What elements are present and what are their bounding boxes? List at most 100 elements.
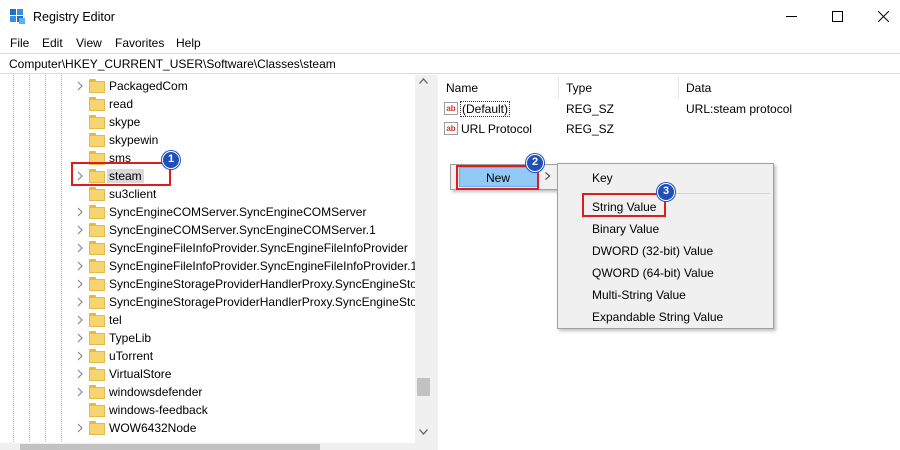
scroll-down-arrow-icon[interactable] (419, 429, 428, 435)
chevron-right-icon[interactable] (75, 386, 85, 398)
submenu-item-dword-value[interactable]: DWORD (32-bit) Value (592, 244, 713, 258)
folder-icon (89, 277, 105, 291)
tree-node[interactable]: su3client (72, 185, 417, 203)
folder-icon (89, 421, 105, 435)
tree-horizontal-scroll-thumb[interactable] (20, 444, 320, 450)
tree-node[interactable]: SyncEngineCOMServer.SyncEngineCOMServer (72, 203, 417, 221)
address-bar[interactable]: Computer\HKEY_CURRENT_USER\Software\Clas… (0, 53, 900, 74)
tree-scroll-thumb[interactable] (417, 378, 430, 396)
folder-icon (89, 205, 105, 219)
tree-node-label: WOW6432Node (109, 421, 197, 435)
window-title: Registry Editor (33, 10, 115, 24)
submenu-arrow-icon (545, 172, 550, 180)
string-value-icon: ab (444, 122, 458, 135)
tree-node-label: TypeLib (109, 331, 152, 345)
tree-node[interactable]: windows-feedback (72, 401, 417, 419)
folder-icon (89, 223, 105, 237)
chevron-right-icon[interactable] (75, 278, 85, 290)
minimize-button[interactable] (768, 0, 814, 33)
key-tree-pane[interactable]: PackagedCom read skype skypewin sms steam su3c… (0, 75, 432, 450)
tree-vertical-scrollbar[interactable] (415, 75, 432, 443)
chevron-right-icon[interactable] (75, 350, 85, 362)
value-type: REG_SZ (566, 102, 615, 116)
tree-node[interactable]: SyncEngineStorageProviderHandlerProxy.Sy… (72, 275, 428, 293)
submenu-item-key[interactable]: Key (592, 171, 613, 185)
maximize-button[interactable] (814, 0, 860, 33)
tree-node-label: read (109, 97, 134, 111)
tree-node-label: su3client (109, 187, 157, 201)
tree-guide-line (29, 75, 30, 450)
chevron-right-icon[interactable] (75, 422, 85, 434)
folder-icon (89, 79, 105, 93)
tree-node-label: SyncEngineCOMServer.SyncEngineCOMServer (109, 205, 367, 219)
folder-icon (89, 241, 105, 255)
value-data: URL:steam protocol (686, 102, 793, 116)
tree-node[interactable]: windowsdefender (72, 383, 417, 401)
chevron-right-icon[interactable] (75, 314, 85, 326)
folder-icon (89, 115, 105, 129)
tree-node[interactable]: tel (72, 311, 417, 329)
tree-node[interactable]: SyncEngineFileInfoProvider.SyncEngineFil… (72, 257, 417, 275)
tree-node[interactable]: SyncEngineFileInfoProvider.SyncEngineFil… (72, 239, 417, 257)
tree-node[interactable]: TypeLib (72, 329, 417, 347)
submenu-item-binary-value[interactable]: Binary Value (592, 222, 659, 236)
column-header-type[interactable]: Type (566, 81, 592, 95)
menu-help[interactable]: Help (176, 36, 201, 50)
chevron-right-icon[interactable] (75, 368, 85, 380)
tree-node[interactable]: VirtualStore (72, 365, 417, 383)
tree-node-label: SyncEngineStorageProviderHandlerProxy.Sy… (109, 277, 428, 291)
chevron-right-icon[interactable] (75, 224, 85, 236)
tree-node[interactable]: skypewin (72, 131, 417, 149)
tree-node-label: PackagedCom (109, 79, 188, 93)
folder-icon (89, 187, 105, 201)
submenu-item-multi-string-value[interactable]: Multi-String Value (592, 288, 686, 302)
callout-box-steam (71, 162, 171, 186)
callout-badge-1: 1 (162, 151, 180, 169)
tree-node[interactable]: SyncEngineCOMServer.SyncEngineCOMServer.… (72, 221, 417, 239)
menu-favorites[interactable]: Favorites (115, 36, 164, 50)
menu-file[interactable]: File (10, 36, 29, 50)
tree-node[interactable]: skype (72, 113, 417, 131)
tree-node-label: SyncEngineCOMServer.SyncEngineCOMServer.… (109, 223, 376, 237)
value-name[interactable]: URL Protocol (461, 122, 532, 136)
menu-edit[interactable]: Edit (42, 36, 63, 50)
callout-badge-2: 2 (526, 154, 544, 172)
folder-icon (89, 133, 105, 147)
chevron-right-icon[interactable] (75, 296, 85, 308)
tree-node-label: SyncEngineStorageProviderHandlerProxy.Sy… (109, 295, 428, 309)
tree-horizontal-scrollbar[interactable] (0, 443, 432, 450)
registry-editor-icon (10, 9, 25, 24)
value-name[interactable]: (Default) (459, 101, 511, 117)
column-header-data[interactable]: Data (686, 81, 711, 95)
tree-node[interactable]: read (72, 95, 417, 113)
close-button[interactable] (860, 0, 900, 33)
submenu-item-qword-value[interactable]: QWORD (64-bit) Value (592, 266, 714, 280)
menu-view[interactable]: View (76, 36, 102, 50)
scroll-up-arrow-icon[interactable] (419, 78, 428, 84)
maximize-icon (831, 11, 843, 22)
tree-node[interactable]: WOW6432Node (72, 419, 417, 437)
value-type: REG_SZ (566, 122, 615, 136)
tree-node[interactable]: PackagedCom (72, 77, 417, 95)
title-bar: Registry Editor (0, 0, 900, 33)
tree-node-label: skype (109, 115, 141, 129)
tree-node[interactable]: SyncEngineStorageProviderHandlerProxy.Sy… (72, 293, 428, 311)
chevron-right-icon[interactable] (75, 80, 85, 92)
string-value-icon: ab (444, 102, 458, 115)
folder-icon (89, 97, 105, 111)
chevron-right-icon[interactable] (75, 206, 85, 218)
chevron-right-icon[interactable] (75, 242, 85, 254)
tree-node[interactable]: uTorrent (72, 347, 417, 365)
column-divider[interactable] (678, 77, 679, 99)
column-header-name[interactable]: Name (446, 81, 478, 95)
chevron-right-icon[interactable] (75, 332, 85, 344)
column-divider[interactable] (558, 77, 559, 99)
value-row[interactable]: ab (Default) REG_SZ URL:steam protocol (444, 100, 900, 118)
callout-box-new (456, 165, 539, 190)
chevron-right-icon[interactable] (75, 260, 85, 272)
folder-icon (89, 403, 105, 417)
tree-guide-line (13, 75, 14, 450)
submenu-item-expandable-string-value[interactable]: Expandable String Value (592, 310, 723, 324)
address-path[interactable]: Computer\HKEY_CURRENT_USER\Software\Clas… (9, 57, 336, 71)
value-row[interactable]: ab URL Protocol REG_SZ (444, 120, 900, 138)
